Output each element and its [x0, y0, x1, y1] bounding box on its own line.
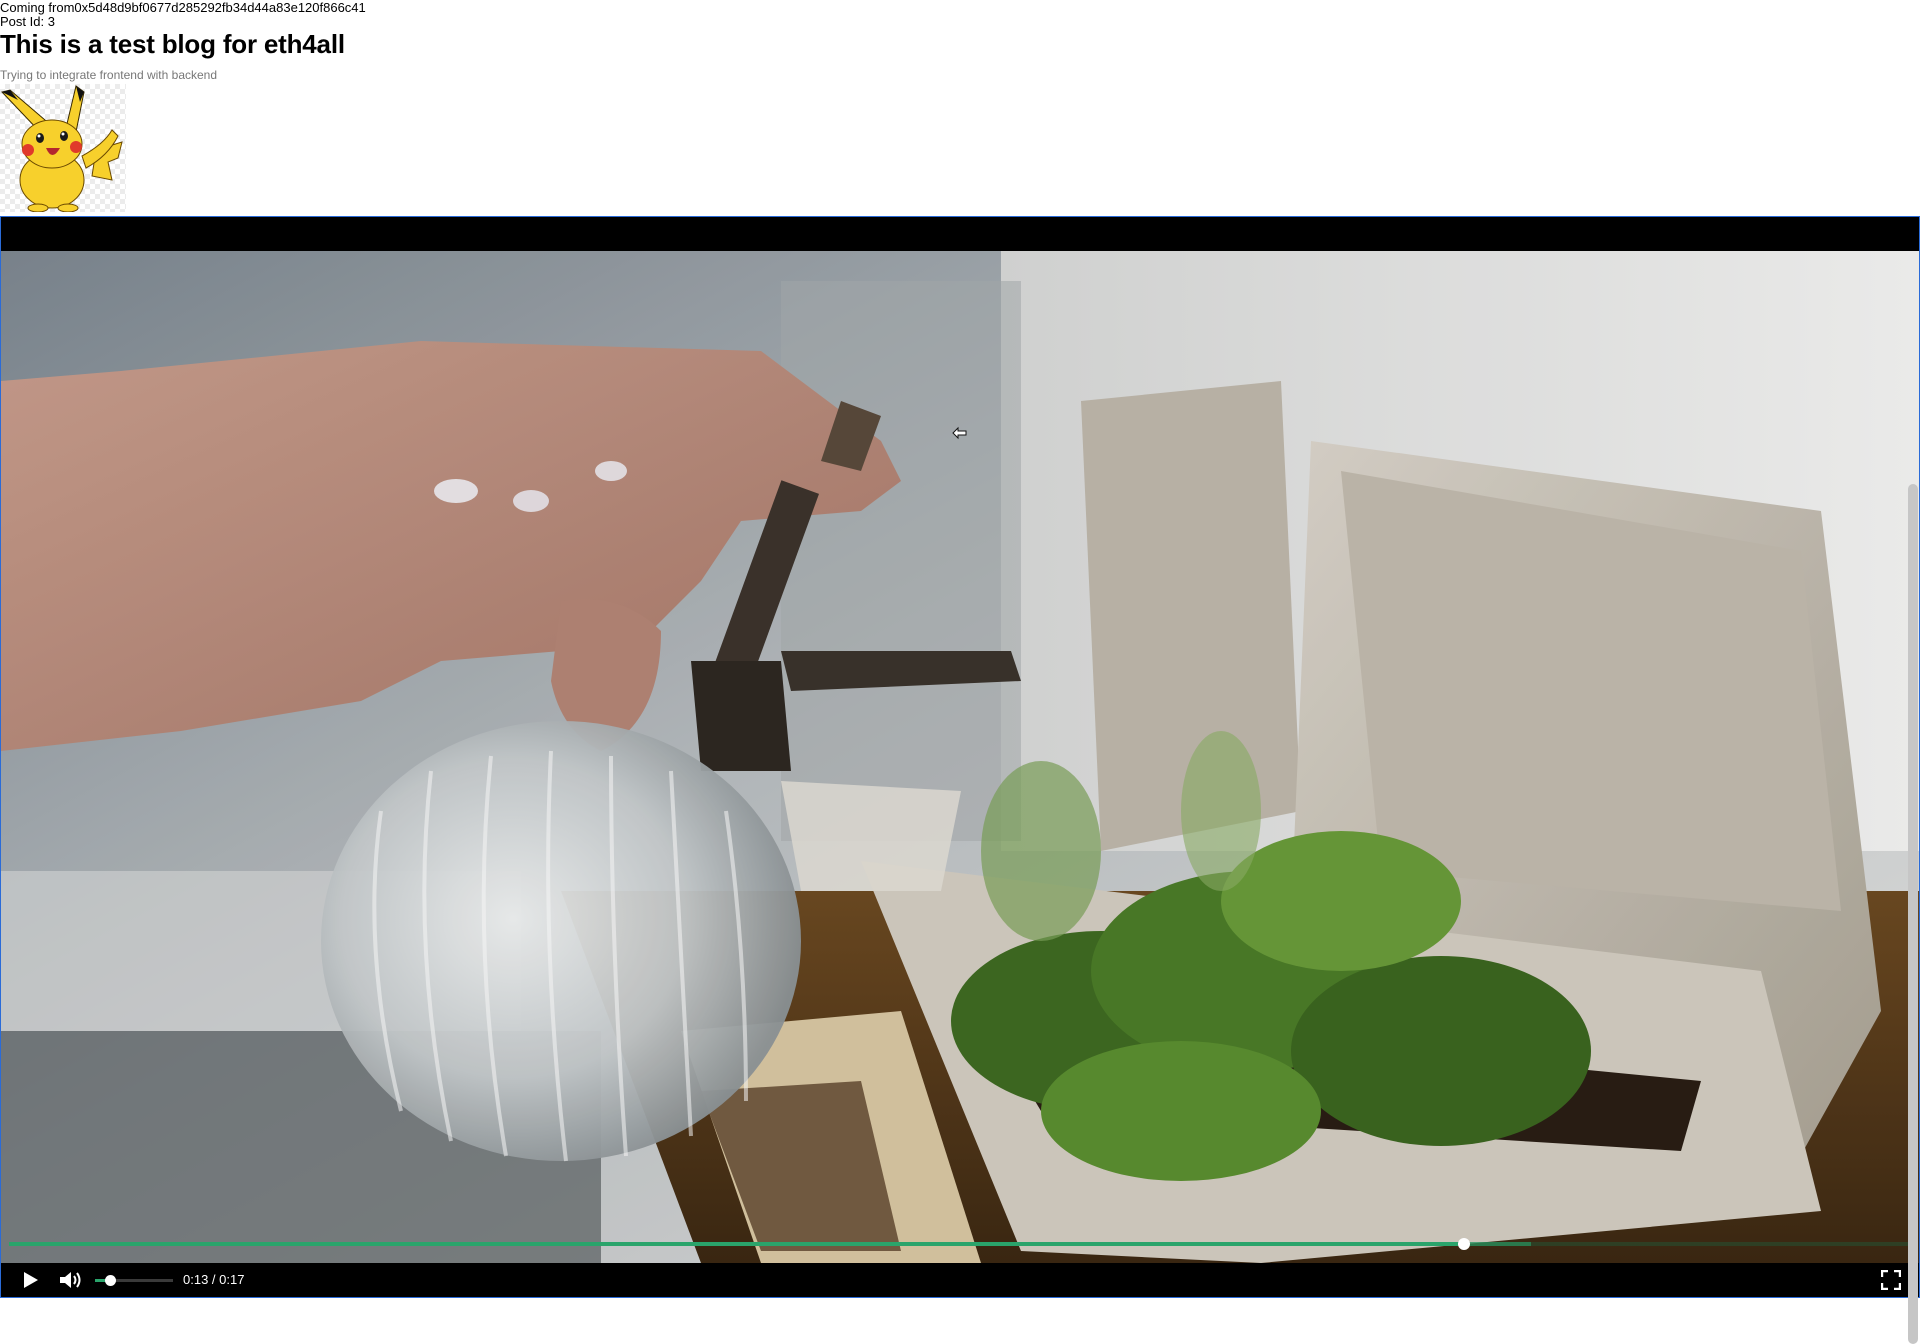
- progress-played: [9, 1242, 1465, 1246]
- play-icon: [24, 1272, 38, 1288]
- coming-from-label: Coming from: [0, 0, 75, 15]
- time-separator: /: [208, 1272, 220, 1287]
- post-subtitle: Trying to integrate frontend with backen…: [0, 68, 218, 82]
- pikachu-image: [0, 84, 126, 212]
- video-progress-bar[interactable]: [9, 1238, 1911, 1250]
- video-controls: 0:13 / 0:17: [1, 1263, 1919, 1297]
- mute-button[interactable]: [59, 1269, 83, 1291]
- mouse-cursor-icon: [952, 426, 968, 440]
- volume-slider[interactable]: [95, 1275, 173, 1286]
- page-scrollbar-thumb[interactable]: [1908, 484, 1918, 1344]
- post-title: This is a test blog for eth4all: [0, 29, 345, 59]
- play-button[interactable]: [19, 1269, 43, 1291]
- coming-from-line: Coming from0x5d48d9bf0677d285292fb34d44a…: [0, 0, 366, 15]
- fullscreen-icon: [1881, 1270, 1901, 1290]
- blog-post-page: Coming from0x5d48d9bf0677d285292fb34d44a…: [0, 0, 1920, 1344]
- fullscreen-button[interactable]: [1879, 1269, 1903, 1291]
- post-id-value: 3: [47, 14, 55, 29]
- current-time: 0:13: [183, 1272, 209, 1287]
- time-display: 0:13 / 0:17: [183, 1272, 244, 1287]
- author-address: 0x5d48d9bf0677d285292fb34d44a83e120f866c…: [74, 0, 366, 15]
- video-player[interactable]: 0:13 / 0:17: [0, 216, 1920, 1298]
- duration: 0:17: [219, 1272, 245, 1287]
- post-id-label: Post Id:: [0, 14, 48, 29]
- volume-icon: [60, 1272, 81, 1288]
- pikachu-drawing: [1, 85, 123, 212]
- progress-thumb[interactable]: [1458, 1238, 1471, 1250]
- volume-thumb[interactable]: [104, 1275, 116, 1286]
- video-scene: [1, 251, 1919, 1263]
- post-id-line: Post Id: 3: [0, 14, 55, 29]
- video-frame[interactable]: [1, 251, 1919, 1263]
